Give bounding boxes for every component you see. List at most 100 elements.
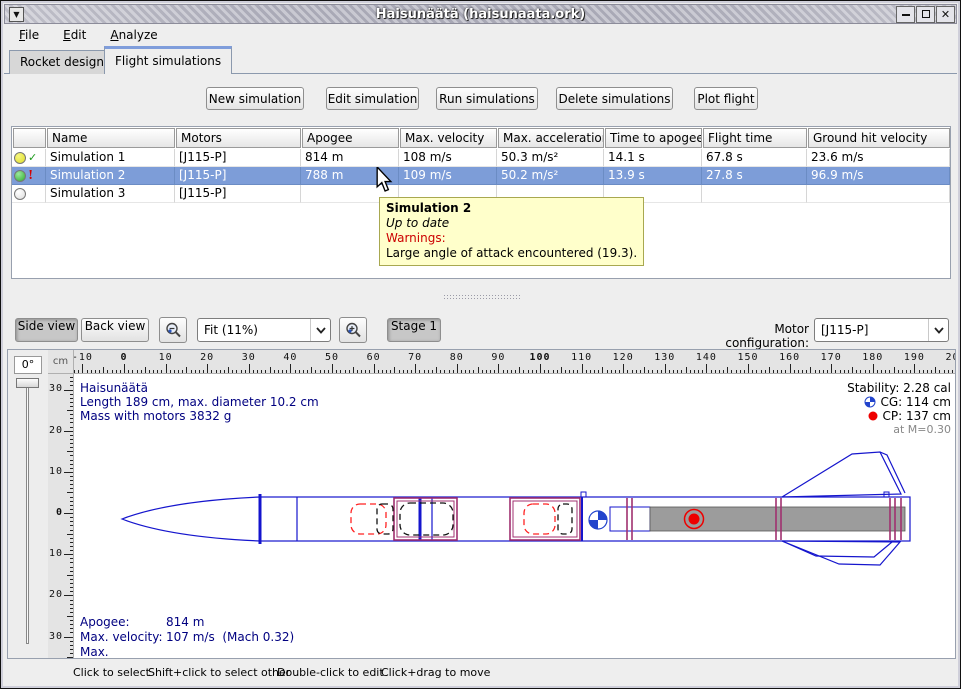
ruler-tick — [681, 370, 682, 373]
cell-ground_hit_velocity[interactable] — [807, 185, 950, 203]
menu-edit[interactable]: Edit — [59, 27, 90, 43]
column-header[interactable]: Flight time — [703, 128, 807, 148]
stage-1-toggle[interactable]: Stage 1 — [387, 318, 441, 342]
ruler-tick — [70, 612, 73, 613]
tab-flight-simulations[interactable]: Flight simulations — [104, 46, 232, 74]
ruler-tick — [141, 370, 142, 373]
ruler-tick — [952, 370, 953, 373]
ruler-tick — [457, 364, 458, 373]
ruler-tick — [64, 390, 73, 391]
menu-analyze[interactable]: Analyze — [106, 27, 161, 43]
cell-motors[interactable]: [J115-P] — [175, 167, 301, 185]
ruler-tick — [70, 394, 73, 395]
ruler-tick — [848, 370, 849, 373]
ruler-tick — [415, 364, 416, 373]
cell-max_acceleration[interactable]: 50.3 m/s² — [497, 149, 604, 167]
menu-file[interactable]: File — [15, 27, 43, 43]
cell-time_to_apogee[interactable]: 14.1 s — [604, 149, 702, 167]
ruler-tick — [70, 649, 73, 650]
column-header[interactable]: Time to apogee — [605, 128, 702, 148]
zoom-in-button[interactable] — [339, 317, 367, 343]
ruler-tick — [211, 370, 212, 373]
column-header[interactable]: Ground hit velocity — [808, 128, 950, 148]
new-simulation-button[interactable]: New simulation — [206, 87, 304, 110]
cell-time_to_apogee[interactable]: 13.9 s — [604, 167, 702, 185]
ruler-label: 20 — [49, 589, 63, 600]
maximize-button[interactable] — [916, 6, 935, 23]
ruler-tick — [486, 370, 487, 373]
column-header[interactable]: Max. velocity — [400, 128, 497, 148]
ruler-tick — [349, 370, 350, 373]
ruler-tick — [199, 370, 200, 373]
ruler-tick — [677, 370, 678, 373]
ruler-tick — [881, 370, 882, 373]
rotation-slider-track[interactable] — [26, 382, 29, 644]
ruler-tick — [640, 370, 641, 373]
horizontal-ruler: -100102030405060708090100110120130140150… — [74, 350, 955, 374]
cell-name[interactable]: Simulation 1 — [46, 149, 175, 167]
zoom-level-value: Fit (11%) — [204, 323, 258, 337]
column-header[interactable]: Motors — [176, 128, 301, 148]
table-row[interactable]: ✓Simulation 1[J115-P]814 m108 m/s50.3 m/… — [12, 149, 950, 167]
status-cell[interactable]: ! — [12, 167, 46, 185]
status-cell[interactable] — [12, 185, 46, 203]
cell-motors[interactable]: [J115-P] — [175, 185, 301, 203]
column-header[interactable]: Apogee — [302, 128, 399, 148]
ruler-tick — [70, 447, 73, 448]
column-header[interactable] — [13, 128, 46, 148]
cell-ground_hit_velocity[interactable]: 96.9 m/s — [807, 167, 950, 185]
close-button[interactable]: ✕ — [936, 6, 955, 23]
splitter-handle[interactable] — [444, 293, 520, 301]
ruler-tick — [70, 579, 73, 580]
design-info: Haisunäätä Length 189 cm, max. diameter … — [80, 381, 319, 423]
ruler-tick — [87, 370, 88, 373]
rotation-slider-handle[interactable] — [16, 378, 39, 388]
motor-configuration-select[interactable]: [J115-P] — [814, 318, 949, 342]
minimize-icon — [902, 14, 910, 16]
ruler-tick — [70, 455, 73, 456]
cell-apogee[interactable]: 814 m — [301, 149, 399, 167]
table-row[interactable]: !Simulation 2[J115-P]788 m109 m/s50.2 m/… — [12, 167, 950, 185]
cell-max_velocity[interactable]: 109 m/s — [399, 167, 497, 185]
ruler-tick — [174, 370, 175, 373]
ruler-tick — [810, 367, 811, 373]
edit-simulation-button[interactable]: Edit simulation — [326, 87, 419, 110]
mouse-cursor — [375, 167, 393, 193]
cell-name[interactable]: Simulation 2 — [46, 167, 175, 185]
column-header[interactable]: Name — [47, 128, 175, 148]
ruler-tick — [831, 364, 832, 373]
tab-rocket-design[interactable]: Rocket design — [9, 50, 115, 74]
cell-max_velocity[interactable]: 108 m/s — [399, 149, 497, 167]
zoom-out-button[interactable] — [159, 317, 187, 343]
cell-max_acceleration[interactable]: 50.2 m/s² — [497, 167, 604, 185]
cell-flight_time[interactable]: 67.8 s — [702, 149, 807, 167]
ruler-tick — [727, 367, 728, 373]
column-header[interactable]: Max. acceleration — [498, 128, 604, 148]
ruler-tick — [336, 370, 337, 373]
cell-name[interactable]: Simulation 3 — [46, 185, 175, 203]
ruler-tick — [220, 370, 221, 373]
ruler-tick — [369, 370, 370, 373]
title-bar[interactable]: ▼ Haisunäätä (haisunaata.ork) ✕ — [4, 4, 957, 24]
plot-flight-button[interactable]: Plot flight — [694, 87, 758, 110]
cell-flight_time[interactable]: 27.8 s — [702, 167, 807, 185]
zoom-level-select[interactable]: Fit (11%) — [197, 318, 331, 342]
ruler-label: 130 — [654, 352, 675, 363]
rocket-canvas[interactable]: Haisunäätä Length 189 cm, max. diameter … — [74, 374, 955, 658]
cell-motors[interactable]: [J115-P] — [175, 149, 301, 167]
cell-ground_hit_velocity[interactable]: 23.6 m/s — [807, 149, 950, 167]
back-view-button[interactable]: Back view — [81, 318, 149, 342]
minimize-button[interactable] — [896, 6, 915, 23]
side-view-button[interactable]: Side view — [15, 318, 78, 342]
ruler-tick — [815, 370, 816, 373]
ruler-label: -30 — [48, 383, 63, 394]
ruler-tick — [644, 367, 645, 373]
run-simulations-button[interactable]: Run simulations — [436, 87, 538, 110]
cell-flight_time[interactable] — [702, 185, 807, 203]
ruler-tick — [740, 370, 741, 373]
ruler-tick — [756, 370, 757, 373]
ruler-tick — [265, 370, 266, 373]
status-cell[interactable]: ✓ — [12, 149, 46, 167]
ruler-tick — [70, 562, 73, 563]
delete-simulations-button[interactable]: Delete simulations — [556, 87, 673, 110]
